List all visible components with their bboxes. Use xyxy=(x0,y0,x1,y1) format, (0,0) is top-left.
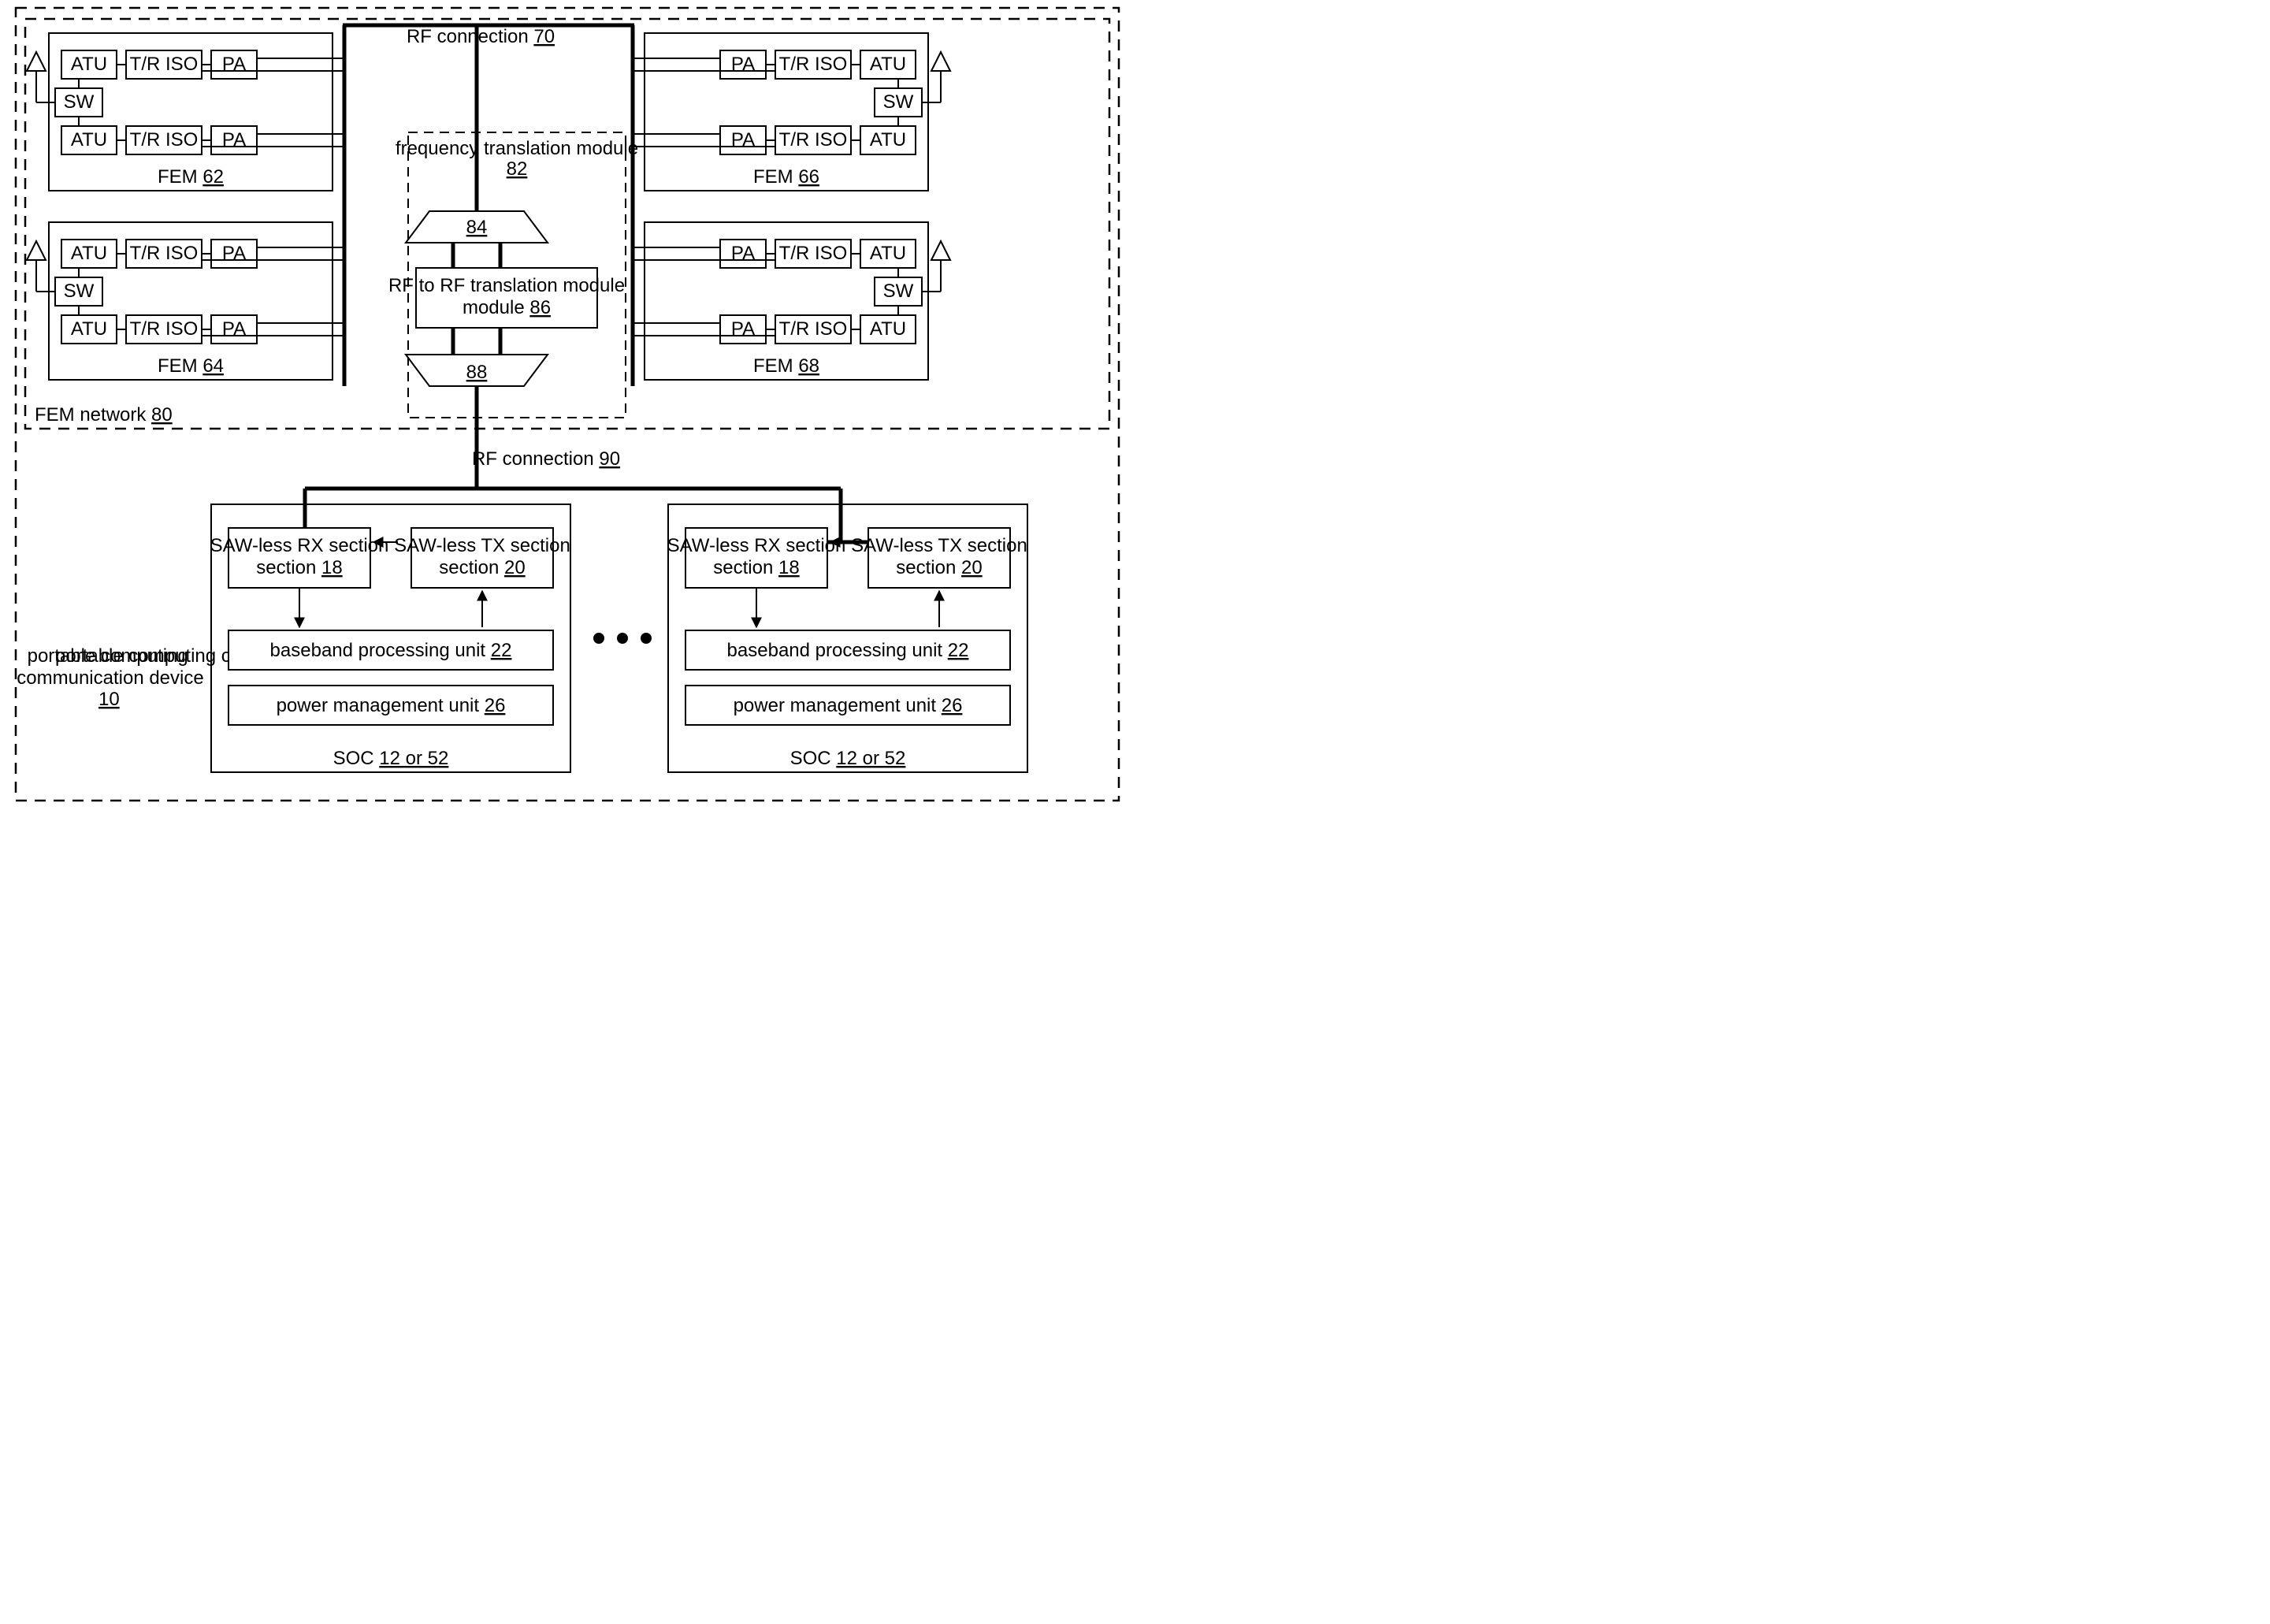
svg-text:T/R ISO: T/R ISO xyxy=(130,318,199,340)
svg-text:ATU: ATU xyxy=(71,243,107,264)
svg-text:T/R ISO: T/R ISO xyxy=(130,129,199,151)
svg-text:SW: SW xyxy=(64,91,95,113)
svg-text:section 18: section 18 xyxy=(713,557,799,578)
svg-text:power management unit 26: power management unit 26 xyxy=(734,695,963,716)
svg-text:ATU: ATU xyxy=(870,243,906,264)
fem-62: FEM 62 ATU T/R ISO PA SW ATU T/R ISO PA xyxy=(27,33,344,191)
svg-text:SOC 12 or 52: SOC 12 or 52 xyxy=(333,748,449,769)
svg-text:T/R ISO: T/R ISO xyxy=(130,243,199,264)
svg-text:FEM network 80: FEM network 80 xyxy=(35,404,173,426)
svg-text:section 18: section 18 xyxy=(256,557,342,578)
svg-text:FEM 68: FEM 68 xyxy=(753,355,819,377)
svg-text:SOC 12 or 52: SOC 12 or 52 xyxy=(790,748,906,769)
svg-text:FEM 66: FEM 66 xyxy=(753,166,819,188)
rf-bus-70 xyxy=(343,25,634,386)
svg-text:T/R ISO: T/R ISO xyxy=(779,129,848,151)
rf-bot-ref: 90 xyxy=(599,448,620,470)
fem-network-label: FEM network xyxy=(35,404,147,426)
rf-top-label: RF connection xyxy=(407,26,529,47)
svg-text:section 20: section 20 xyxy=(896,557,982,578)
fem-66: FEM 66 PA T/R ISO ATU SW PA T/R ISO ATU xyxy=(633,33,950,191)
svg-text:ATU: ATU xyxy=(870,318,906,340)
svg-text:SAW-less TX section: SAW-less TX section xyxy=(394,535,570,556)
soc-left: SOC 12 or 52 SAW-less RX section section… xyxy=(210,504,570,772)
svg-text:SAW-less RX section: SAW-less RX section xyxy=(210,535,389,556)
svg-text:ATU: ATU xyxy=(870,129,906,151)
svg-text:module 86: module 86 xyxy=(463,297,551,318)
ftm-title: frequency translation module xyxy=(396,138,638,159)
svg-text:SW: SW xyxy=(64,281,95,302)
rf-top-ref: 70 xyxy=(533,26,555,47)
ftm-ref: 82 xyxy=(507,158,528,180)
svg-text:SAW-less TX section: SAW-less TX section xyxy=(851,535,1027,556)
svg-text:T/R ISO: T/R ISO xyxy=(779,243,848,264)
svg-text:portable computing communica: portable computing communication device xyxy=(17,645,203,689)
device-label-line2: communication device xyxy=(17,667,203,689)
svg-text:SW: SW xyxy=(883,91,914,113)
device-ref: 10 xyxy=(98,689,120,710)
svg-text:baseband processing unit 22: baseband processing unit 22 xyxy=(727,640,969,661)
rf2rf-label: RF to RF translation module xyxy=(388,275,625,296)
svg-text:RF connection 70: RF connection 70 xyxy=(407,26,555,47)
svg-text:section 20: section 20 xyxy=(439,557,525,578)
fem-68: FEM 68 PA T/R ISO ATU SW PA T/R ISO ATU xyxy=(633,222,950,380)
svg-text:ATU: ATU xyxy=(71,318,107,340)
svg-text:FEM 64: FEM 64 xyxy=(158,355,224,377)
rf-bot-label: RF connection xyxy=(472,448,594,470)
fem-64: FEM 64 ATU T/R ISO PA SW ATU T/R ISO PA xyxy=(27,222,344,380)
device-label-line1: portable computing xyxy=(28,645,188,667)
rf2rf-ref: 86 xyxy=(529,297,551,318)
svg-text:T/R ISO: T/R ISO xyxy=(779,54,848,75)
svg-text:T/R ISO: T/R ISO xyxy=(130,54,199,75)
svg-text:ATU: ATU xyxy=(71,54,107,75)
svg-text:ATU: ATU xyxy=(870,54,906,75)
ellipsis xyxy=(593,633,652,644)
svg-text:RF connection 90: RF connection 90 xyxy=(472,448,620,470)
svg-text:power management unit 26: power management unit 26 xyxy=(277,695,506,716)
diagram-root: portable computing communication device … xyxy=(0,0,1135,812)
soc-right: SOC 12 or 52 SAW-less RX section section… xyxy=(667,504,1027,772)
mux-84-ref: 84 xyxy=(466,217,488,238)
svg-text:SW: SW xyxy=(883,281,914,302)
svg-text:FEM 62: FEM 62 xyxy=(158,166,224,188)
svg-text:baseband processing unit 22: baseband processing unit 22 xyxy=(270,640,512,661)
mux-88-ref: 88 xyxy=(466,362,488,383)
fem-network-ref: 80 xyxy=(151,404,173,426)
svg-text:SAW-less RX section: SAW-less RX section xyxy=(667,535,846,556)
svg-text:ATU: ATU xyxy=(71,129,107,151)
svg-text:T/R ISO: T/R ISO xyxy=(779,318,848,340)
